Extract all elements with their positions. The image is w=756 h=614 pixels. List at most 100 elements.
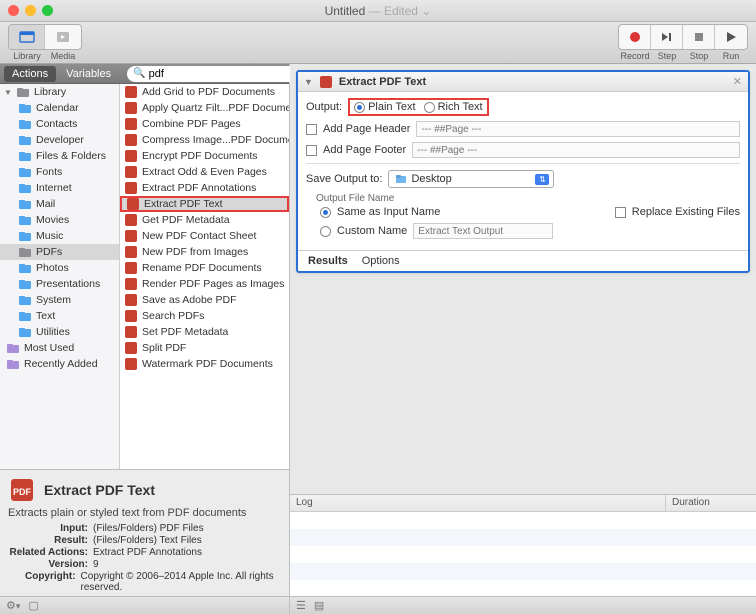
expand-icon[interactable]: ▢ xyxy=(28,599,38,612)
info-description: Extracts plain or styled text from PDF d… xyxy=(8,507,281,519)
disclosure-icon[interactable]: ▼ xyxy=(304,77,313,87)
folder-icon xyxy=(18,293,32,307)
info-row: Related Actions:Extract PDF Annotations xyxy=(8,547,281,558)
action-item[interactable]: Apply Quartz Filt...PDF Documents xyxy=(120,100,289,116)
action-item[interactable]: Split PDF xyxy=(120,340,289,356)
sidebar-item-developer[interactable]: Developer xyxy=(0,132,119,148)
action-item-label: New PDF from Images xyxy=(142,246,248,258)
action-item-label: Add Grid to PDF Documents xyxy=(142,86,275,98)
custom-name-input[interactable] xyxy=(413,223,553,239)
sidebar-item-utilities[interactable]: Utilities xyxy=(0,324,119,340)
step-button[interactable] xyxy=(651,25,683,49)
search-field[interactable]: 🔍 ✕ xyxy=(127,66,308,82)
custom-name-radio[interactable] xyxy=(320,226,331,237)
options-tab[interactable]: Options xyxy=(362,255,400,267)
action-item[interactable]: Extract Odd & Even Pages xyxy=(120,164,289,180)
action-item[interactable]: Rename PDF Documents xyxy=(120,260,289,276)
sidebar-item-pdfs[interactable]: PDFs xyxy=(0,244,119,260)
same-as-input-radio[interactable] xyxy=(320,207,331,218)
action-item[interactable]: Add Grid to PDF Documents xyxy=(120,84,289,100)
action-item[interactable]: Watermark PDF Documents xyxy=(120,356,289,372)
media-label: Media xyxy=(45,51,81,61)
stop-button[interactable] xyxy=(683,25,715,49)
record-button[interactable] xyxy=(619,25,651,49)
sidebar-item-photos[interactable]: Photos xyxy=(0,260,119,276)
action-item[interactable]: New PDF from Images xyxy=(120,244,289,260)
save-output-value: Desktop xyxy=(411,173,531,185)
action-item-label: Combine PDF Pages xyxy=(142,118,241,130)
pdf-action-icon xyxy=(124,357,138,371)
sidebar-item-mail[interactable]: Mail xyxy=(0,196,119,212)
library-media-segmented[interactable] xyxy=(8,24,82,50)
action-item[interactable]: Set PDF Metadata xyxy=(120,324,289,340)
search-input[interactable] xyxy=(149,68,291,80)
sidebar-item-system[interactable]: System xyxy=(0,292,119,308)
sidebar-item-contacts[interactable]: Contacts xyxy=(0,116,119,132)
action-item[interactable]: Save as Adobe PDF xyxy=(120,292,289,308)
sidebar-item-most-used[interactable]: Most Used xyxy=(0,340,119,356)
library-sidebar[interactable]: ▼LibraryCalendarContactsDeveloperFiles &… xyxy=(0,84,120,469)
run-button[interactable] xyxy=(715,25,747,49)
add-page-header-checkbox[interactable] xyxy=(306,124,317,135)
action-item-label: Apply Quartz Filt...PDF Documents xyxy=(142,102,289,114)
action-item-label: Set PDF Metadata xyxy=(142,326,228,338)
action-item[interactable]: Search PDFs xyxy=(120,308,289,324)
step-icon xyxy=(660,31,674,43)
action-item[interactable]: Combine PDF Pages xyxy=(120,116,289,132)
action-item[interactable]: Extract PDF Text xyxy=(120,196,289,212)
output-rich-text-radio[interactable]: Rich Text xyxy=(424,101,483,113)
action-item-label: Search PDFs xyxy=(142,310,204,322)
media-toolbar-button[interactable] xyxy=(45,25,81,49)
sidebar-item-text[interactable]: Text xyxy=(0,308,119,324)
view-mode-grid-icon[interactable]: ▤ xyxy=(314,599,324,612)
run-label: Run xyxy=(715,51,747,61)
action-item[interactable]: New PDF Contact Sheet xyxy=(120,228,289,244)
sidebar-item-internet[interactable]: Internet xyxy=(0,180,119,196)
sidebar-item-calendar[interactable]: Calendar xyxy=(0,100,119,116)
pdf-action-icon xyxy=(124,277,138,291)
action-item-label: Compress Image...PDF Documents xyxy=(142,134,289,146)
card-header[interactable]: ▼ Extract PDF Text ✕ xyxy=(298,72,748,92)
save-output-popup[interactable]: Desktop ⇅ xyxy=(388,170,554,188)
pdf-action-icon xyxy=(124,309,138,323)
view-mode-list-icon[interactable]: ☰ xyxy=(296,599,306,612)
sidebar-item-recently-added[interactable]: Recently Added xyxy=(0,356,119,372)
output-plain-text-radio[interactable]: Plain Text xyxy=(354,101,416,113)
library-toolbar-button[interactable] xyxy=(9,25,45,49)
card-close-button[interactable]: ✕ xyxy=(733,75,742,88)
action-item[interactable]: Extract PDF Annotations xyxy=(120,180,289,196)
sidebar-root-library[interactable]: ▼Library xyxy=(0,84,119,100)
action-item[interactable]: Get PDF Metadata xyxy=(120,212,289,228)
variables-tab[interactable]: Variables xyxy=(58,66,119,82)
document-edited-state: — Edited xyxy=(369,4,418,18)
title-chevron-icon[interactable]: ⌄ xyxy=(421,4,431,18)
card-title: Extract PDF Text xyxy=(339,76,426,88)
folder-icon xyxy=(395,173,407,185)
folder-icon xyxy=(18,165,32,179)
workflow-action-card[interactable]: ▼ Extract PDF Text ✕ Output: Plain Text … xyxy=(296,70,750,273)
actions-tab[interactable]: Actions xyxy=(4,66,56,82)
gear-icon[interactable]: ⚙︎▾ xyxy=(6,599,20,612)
replace-existing-checkbox[interactable] xyxy=(615,207,626,218)
results-tab[interactable]: Results xyxy=(308,255,348,267)
workflow-canvas[interactable]: ▼ Extract PDF Text ✕ Output: Plain Text … xyxy=(290,64,756,494)
sidebar-item-music[interactable]: Music xyxy=(0,228,119,244)
folder-icon xyxy=(18,229,32,243)
actions-list[interactable]: Add Grid to PDF Documents Apply Quartz Fi… xyxy=(120,84,289,469)
action-item[interactable]: Render PDF Pages as Images xyxy=(120,276,289,292)
action-item[interactable]: Encrypt PDF Documents xyxy=(120,148,289,164)
sidebar-item-files-folders[interactable]: Files & Folders xyxy=(0,148,119,164)
log-column-header[interactable]: Log xyxy=(290,495,666,511)
sidebar-item-fonts[interactable]: Fonts xyxy=(0,164,119,180)
page-footer-input[interactable] xyxy=(412,142,740,158)
duration-column-header[interactable]: Duration xyxy=(666,495,756,511)
folder-icon xyxy=(18,245,32,259)
main-toolbar: Library Media Record Step Stop Run xyxy=(0,22,756,64)
page-header-input[interactable] xyxy=(416,121,740,137)
sidebar-item-presentations[interactable]: Presentations xyxy=(0,276,119,292)
pdf-action-icon xyxy=(124,261,138,275)
add-page-footer-checkbox[interactable] xyxy=(306,145,317,156)
sidebar-item-movies[interactable]: Movies xyxy=(0,212,119,228)
action-item[interactable]: Compress Image...PDF Documents xyxy=(120,132,289,148)
log-rows[interactable] xyxy=(290,512,756,596)
